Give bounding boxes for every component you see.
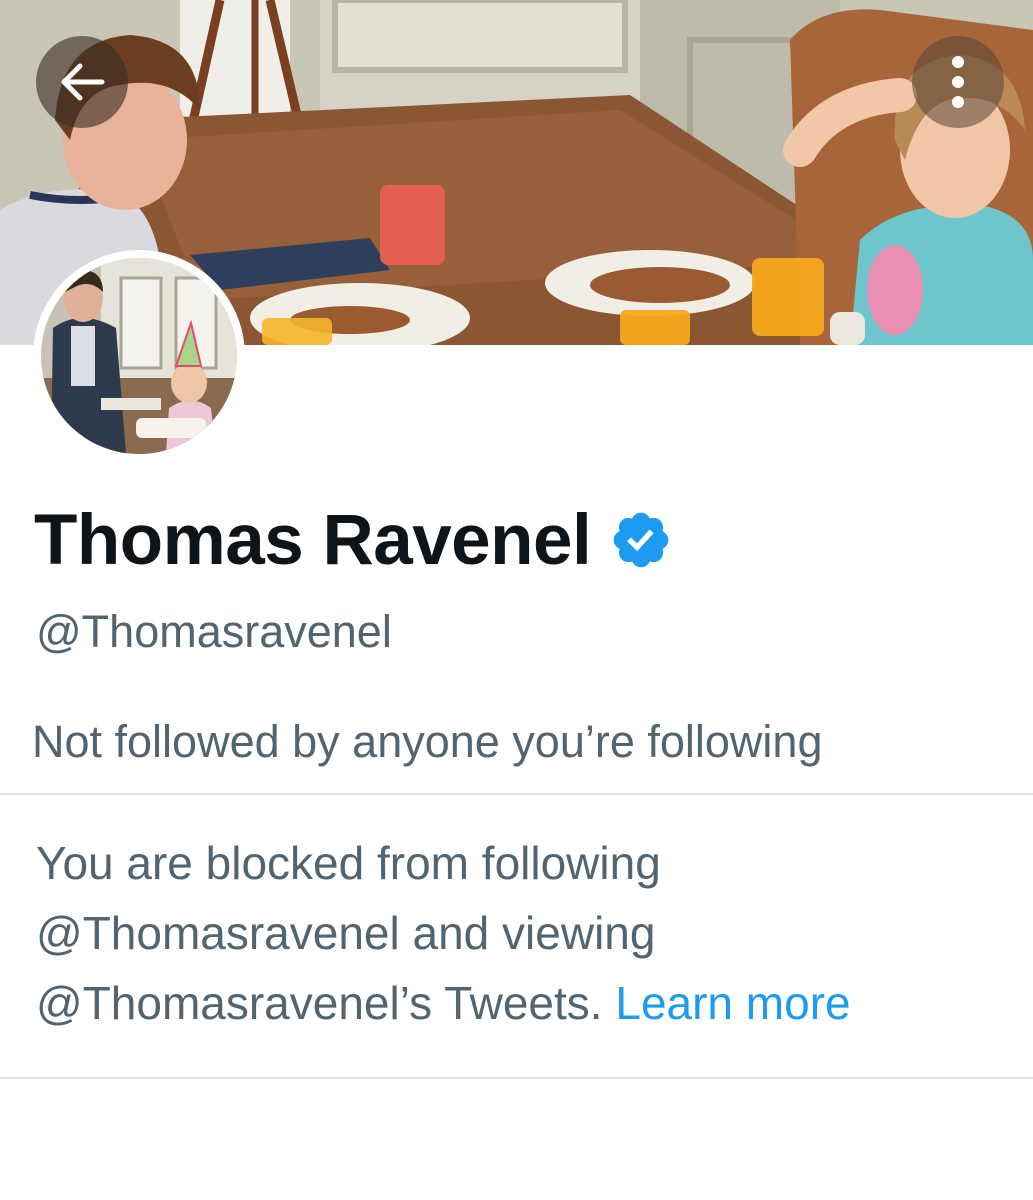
profile-avatar[interactable] — [33, 250, 245, 462]
blocked-notice-line-3-row: @Thomasravenel’s Tweets. Learn more — [36, 968, 1016, 1038]
divider — [0, 1077, 1033, 1079]
profile-handle: @Thomasravenel — [36, 606, 392, 657]
blocked-notice-line-1: You are blocked from following — [36, 837, 661, 889]
blocked-notice: You are blocked from following @Thomasra… — [36, 828, 1016, 1038]
blocked-notice-line-3: @Thomasravenel’s Tweets. — [36, 977, 603, 1029]
blocked-notice-line-2: @Thomasravenel and viewing — [36, 907, 656, 959]
arrow-left-icon — [61, 63, 105, 101]
divider — [0, 793, 1033, 795]
avatar-image — [41, 258, 237, 454]
followed-by-text: Not followed by anyone you’re following — [32, 716, 823, 767]
verified-badge-icon — [613, 512, 669, 568]
display-name: Thomas Ravenel — [34, 500, 592, 580]
learn-more-link[interactable]: Learn more — [615, 977, 850, 1029]
more-options-button[interactable] — [912, 36, 1004, 128]
vertical-dots-icon — [952, 56, 964, 108]
back-button[interactable] — [36, 36, 128, 128]
profile-page: Thomas Ravenel @Thomasravenel Not follow… — [0, 0, 1033, 1200]
display-name-row: Thomas Ravenel — [34, 500, 673, 580]
